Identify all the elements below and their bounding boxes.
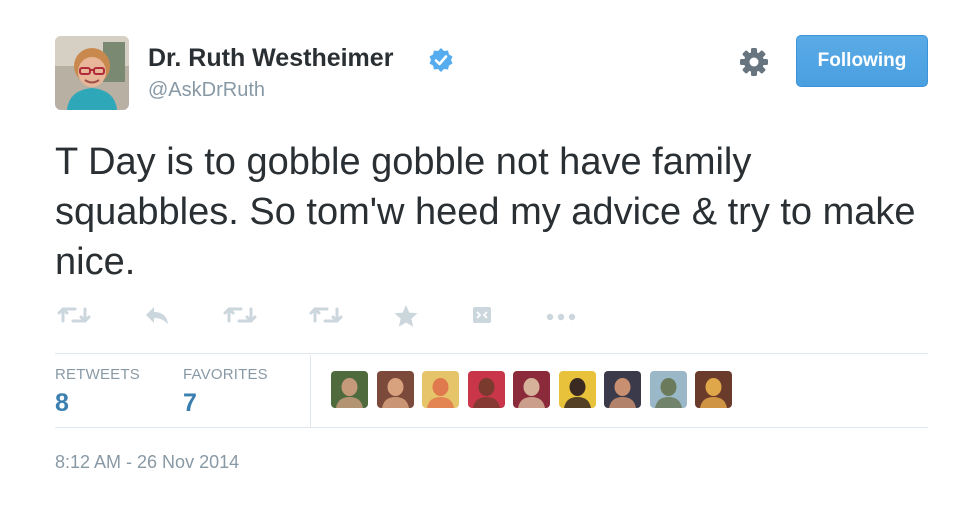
tweet-timestamp[interactable]: 8:12 AM - 26 Nov 2014 <box>55 452 239 473</box>
favoriter-avatar[interactable] <box>650 371 687 408</box>
display-name[interactable]: Dr. Ruth Westheimer <box>148 44 393 73</box>
favorites-label[interactable]: FAVORITES <box>183 366 268 383</box>
favoriter-avatar[interactable] <box>377 371 414 408</box>
retweet-icon[interactable] <box>309 304 343 331</box>
favoriter-avatar[interactable] <box>559 371 596 408</box>
embed-icon[interactable] <box>471 304 493 331</box>
favoriter-avatar[interactable] <box>604 371 641 408</box>
author-avatar[interactable] <box>55 36 129 110</box>
gear-icon[interactable] <box>738 46 770 78</box>
retweet-icon[interactable] <box>223 304 257 331</box>
more-icon[interactable] <box>545 304 577 331</box>
favoriter-avatar[interactable] <box>468 371 505 408</box>
star-icon[interactable] <box>393 304 419 333</box>
author-photo <box>55 36 129 110</box>
favoriter-avatar[interactable] <box>422 371 459 408</box>
tweet-actions <box>55 300 615 340</box>
retweets-label[interactable]: RETWEETS <box>55 366 140 383</box>
stats-separator <box>310 355 311 427</box>
favoriter-avatar[interactable] <box>331 371 368 408</box>
stats-top-divider <box>55 353 928 354</box>
retweet-icon[interactable] <box>57 304 91 331</box>
verified-badge-icon <box>428 47 454 73</box>
stats-bottom-divider <box>55 427 928 428</box>
tweet-text: T Day is to gobble gobble not have famil… <box>55 141 916 283</box>
retweets-count[interactable]: 8 <box>55 389 69 418</box>
following-button[interactable]: Following <box>796 35 928 87</box>
user-handle[interactable]: @AskDrRuth <box>148 79 265 102</box>
favorites-count[interactable]: 7 <box>183 389 197 418</box>
favoriter-avatar[interactable] <box>513 371 550 408</box>
reply-icon[interactable] <box>143 304 171 331</box>
favoriter-avatar[interactable] <box>695 371 732 408</box>
